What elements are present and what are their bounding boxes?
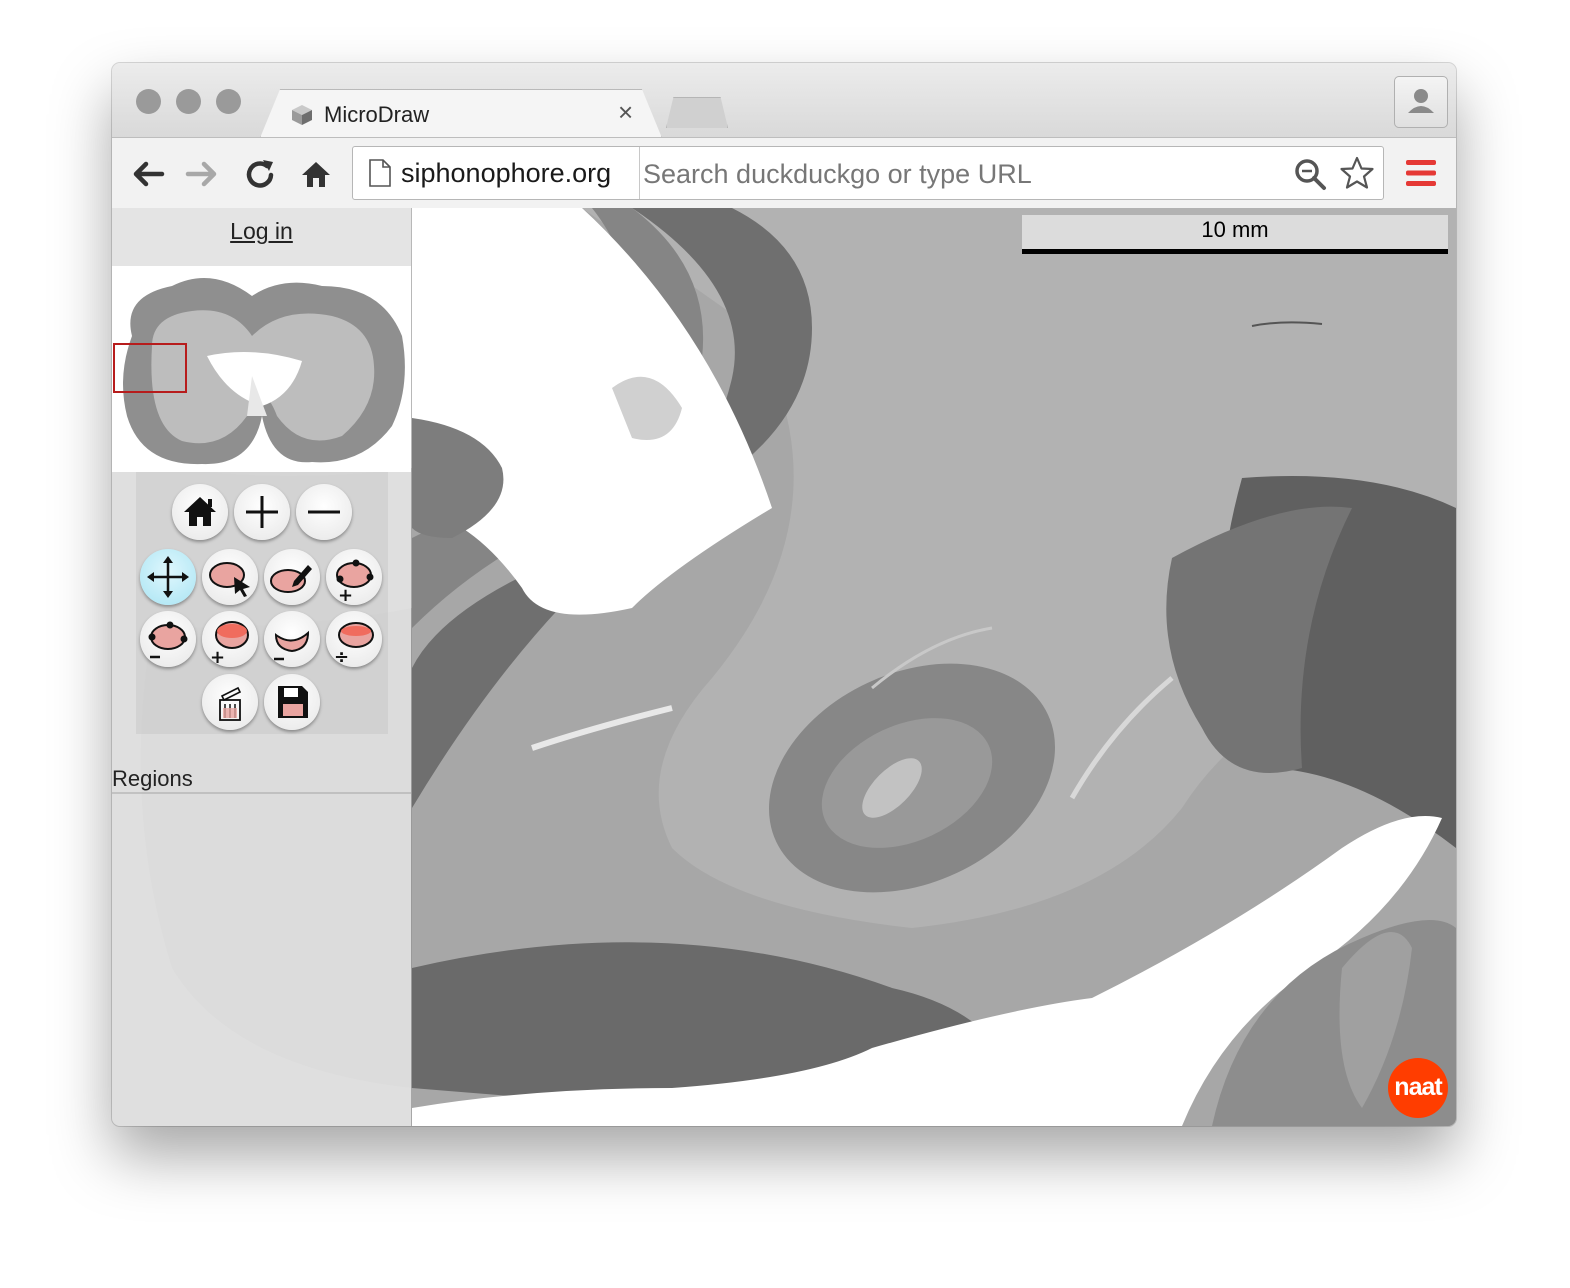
regions-divider [112, 792, 411, 794]
back-arrow-icon[interactable] [128, 154, 168, 194]
delete-point-tool[interactable] [140, 611, 196, 667]
browser-toolbar: siphonophore.org [112, 137, 1456, 210]
delete-icon [219, 686, 242, 721]
move-arrows-icon [147, 556, 189, 598]
zoom-in-icon [246, 496, 278, 528]
maximize-window-button[interactable] [216, 89, 241, 114]
move-tool[interactable] [140, 549, 196, 605]
region-pointer-icon [209, 562, 250, 597]
navigator-thumbnail[interactable] [112, 266, 411, 472]
add-region-icon: + [210, 621, 249, 667]
sidebar: Log in + + ÷ Regions [112, 208, 411, 1126]
search-input[interactable] [641, 153, 1285, 195]
svg-text:+: + [338, 585, 353, 605]
page-content: Log in + + ÷ Regions 10 mm naat [112, 208, 1456, 1126]
subtract-region-tool[interactable] [264, 611, 320, 667]
login-link[interactable]: Log in [112, 218, 411, 245]
zoom-in-tool[interactable] [234, 484, 290, 540]
hamburger-menu-icon[interactable] [1404, 156, 1438, 190]
new-tab-button[interactable] [666, 97, 728, 128]
omnibox[interactable]: siphonophore.org [352, 146, 1384, 200]
home-page-icon[interactable] [296, 154, 336, 194]
home-icon [184, 497, 216, 526]
scale-bar: 10 mm [1022, 215, 1448, 254]
title-bar: MicroDraw × [112, 63, 1456, 138]
close-window-button[interactable] [136, 89, 161, 114]
svg-text:÷: ÷ [334, 647, 349, 667]
tab-title: MicroDraw [324, 102, 430, 127]
region-pencil-icon [270, 565, 312, 593]
tab-close-icon[interactable]: × [618, 97, 633, 128]
delete-region-tool[interactable] [202, 674, 258, 730]
home-tool[interactable] [172, 484, 228, 540]
browser-window: MicroDraw × siphonophore.org Search duck… [112, 63, 1456, 1126]
reload-icon[interactable] [240, 154, 280, 194]
person-icon [1408, 89, 1434, 113]
search-icon[interactable] [1293, 157, 1327, 191]
select-region-tool[interactable] [202, 549, 258, 605]
zoom-out-icon [308, 510, 340, 514]
svg-text:+: + [210, 647, 225, 667]
save-icon [278, 686, 308, 718]
draw-tool[interactable] [264, 549, 320, 605]
brain-thumbnail-image [113, 278, 405, 465]
delete-point-icon [148, 621, 188, 659]
bookmark-star-icon[interactable] [1339, 155, 1375, 191]
subtract-region-icon [274, 630, 310, 661]
split-region-icon: ÷ [334, 622, 374, 667]
tab-content: MicroDraw [290, 93, 429, 137]
regions-heading: Regions [112, 766, 193, 791]
cube-favicon-icon [292, 105, 312, 125]
minimize-window-button[interactable] [176, 89, 201, 114]
tools-panel: + + ÷ [136, 472, 388, 734]
add-point-tool[interactable]: + [326, 549, 382, 605]
naat-badge[interactable]: naat [1388, 1058, 1448, 1118]
profile-button[interactable] [1394, 76, 1448, 128]
save-tool[interactable] [264, 674, 320, 730]
site-chip[interactable]: siphonophore.org [353, 147, 640, 199]
add-region-tool[interactable]: + [202, 611, 258, 667]
forward-arrow-icon[interactable] [182, 154, 222, 194]
zoom-out-tool[interactable] [296, 484, 352, 540]
split-region-tool[interactable]: ÷ [326, 611, 382, 667]
page-icon [369, 159, 391, 187]
site-label: siphonophore.org [401, 157, 612, 188]
add-point-icon: + [336, 559, 374, 605]
